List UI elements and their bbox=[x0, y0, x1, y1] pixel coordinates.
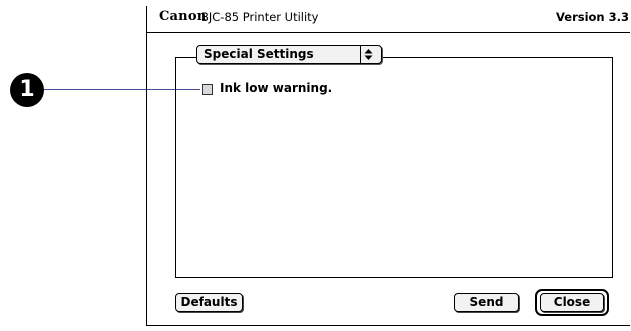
ink-low-warning-label[interactable]: Ink low warning. bbox=[220, 81, 332, 95]
canon-logo: Canon bbox=[159, 9, 207, 24]
settings-popup-menu[interactable]: Special Settings bbox=[196, 45, 382, 64]
title-bar: Canon BJC-85 Printer Utility Version 3.3 bbox=[147, 6, 630, 26]
app-title: BJC-85 Printer Utility bbox=[201, 10, 319, 24]
version-label: Version 3.3 bbox=[556, 10, 629, 24]
send-button[interactable]: Send bbox=[454, 293, 519, 312]
callout-number-1: 1 bbox=[10, 73, 44, 107]
ink-low-warning-checkbox[interactable] bbox=[202, 84, 213, 95]
close-button[interactable]: Close bbox=[540, 293, 604, 312]
popup-divider bbox=[360, 46, 361, 63]
popup-selected-value: Special Settings bbox=[204, 47, 314, 61]
title-divider bbox=[147, 32, 630, 33]
defaults-button[interactable]: Defaults bbox=[175, 293, 243, 312]
up-down-arrows-icon bbox=[363, 46, 374, 68]
